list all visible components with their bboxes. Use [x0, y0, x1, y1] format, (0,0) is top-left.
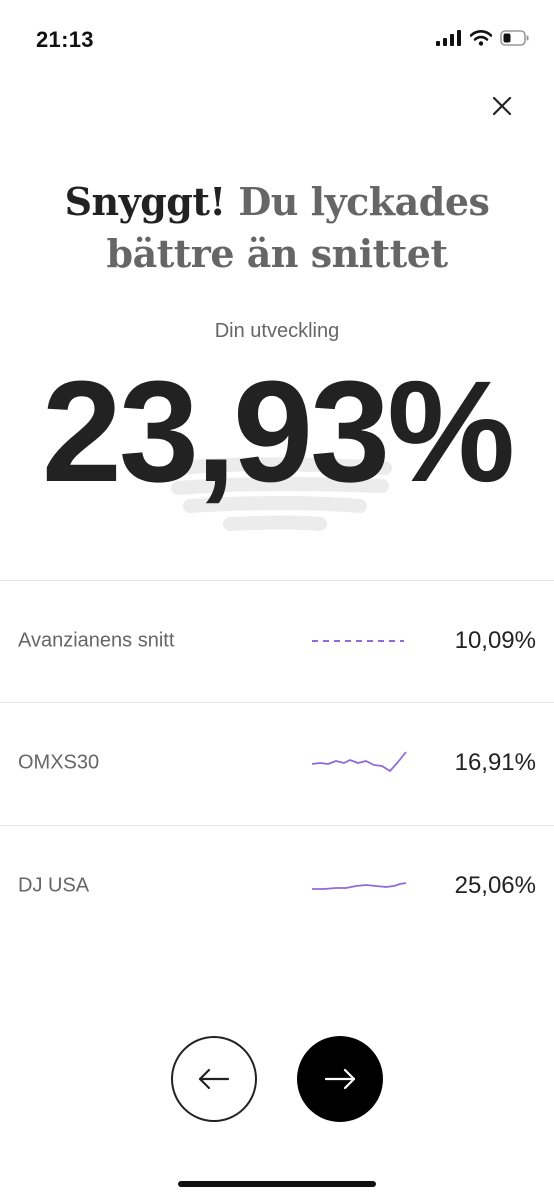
wifi-icon [470, 30, 492, 46]
home-indicator [178, 1181, 376, 1187]
comparison-value: 25,06% [454, 872, 536, 899]
close-icon [492, 96, 512, 116]
status-bar: 21:13 [0, 0, 554, 80]
headline: Snyggt! Du lyckades bättre än snittet [0, 176, 554, 280]
comparison-value: 16,91% [454, 749, 536, 776]
development-value: 23,93% [41, 351, 515, 512]
comparison-name: DJ USA [18, 874, 90, 897]
status-icons [436, 30, 530, 46]
back-button[interactable] [171, 1036, 257, 1122]
status-time: 21:13 [36, 27, 94, 52]
comparison-row-avanza[interactable]: Avanzianens snitt 10,09% [0, 581, 554, 701]
arrow-right-icon [324, 1068, 356, 1090]
next-button[interactable] [297, 1036, 383, 1122]
arrow-left-icon [198, 1068, 230, 1090]
comparison-value: 10,09% [454, 627, 536, 654]
comparison-row-djusa[interactable]: DJ USA 25,06% [0, 826, 554, 946]
sparkline-icon [311, 751, 407, 772]
sparkline-icon [312, 882, 407, 890]
battery-icon [500, 30, 529, 46]
development-label: Din utveckling [214, 320, 340, 342]
headline-strong: Snyggt! [64, 179, 227, 224]
signal-icon [436, 30, 461, 46]
dashed-sparkline-icon [312, 640, 404, 642]
comparison-name: Avanzianens snitt [18, 629, 175, 652]
comparison-name: OMXS30 [18, 751, 100, 774]
comparison-row-omxs30[interactable]: OMXS30 16,91% [0, 703, 554, 823]
close-button[interactable] [484, 88, 520, 124]
